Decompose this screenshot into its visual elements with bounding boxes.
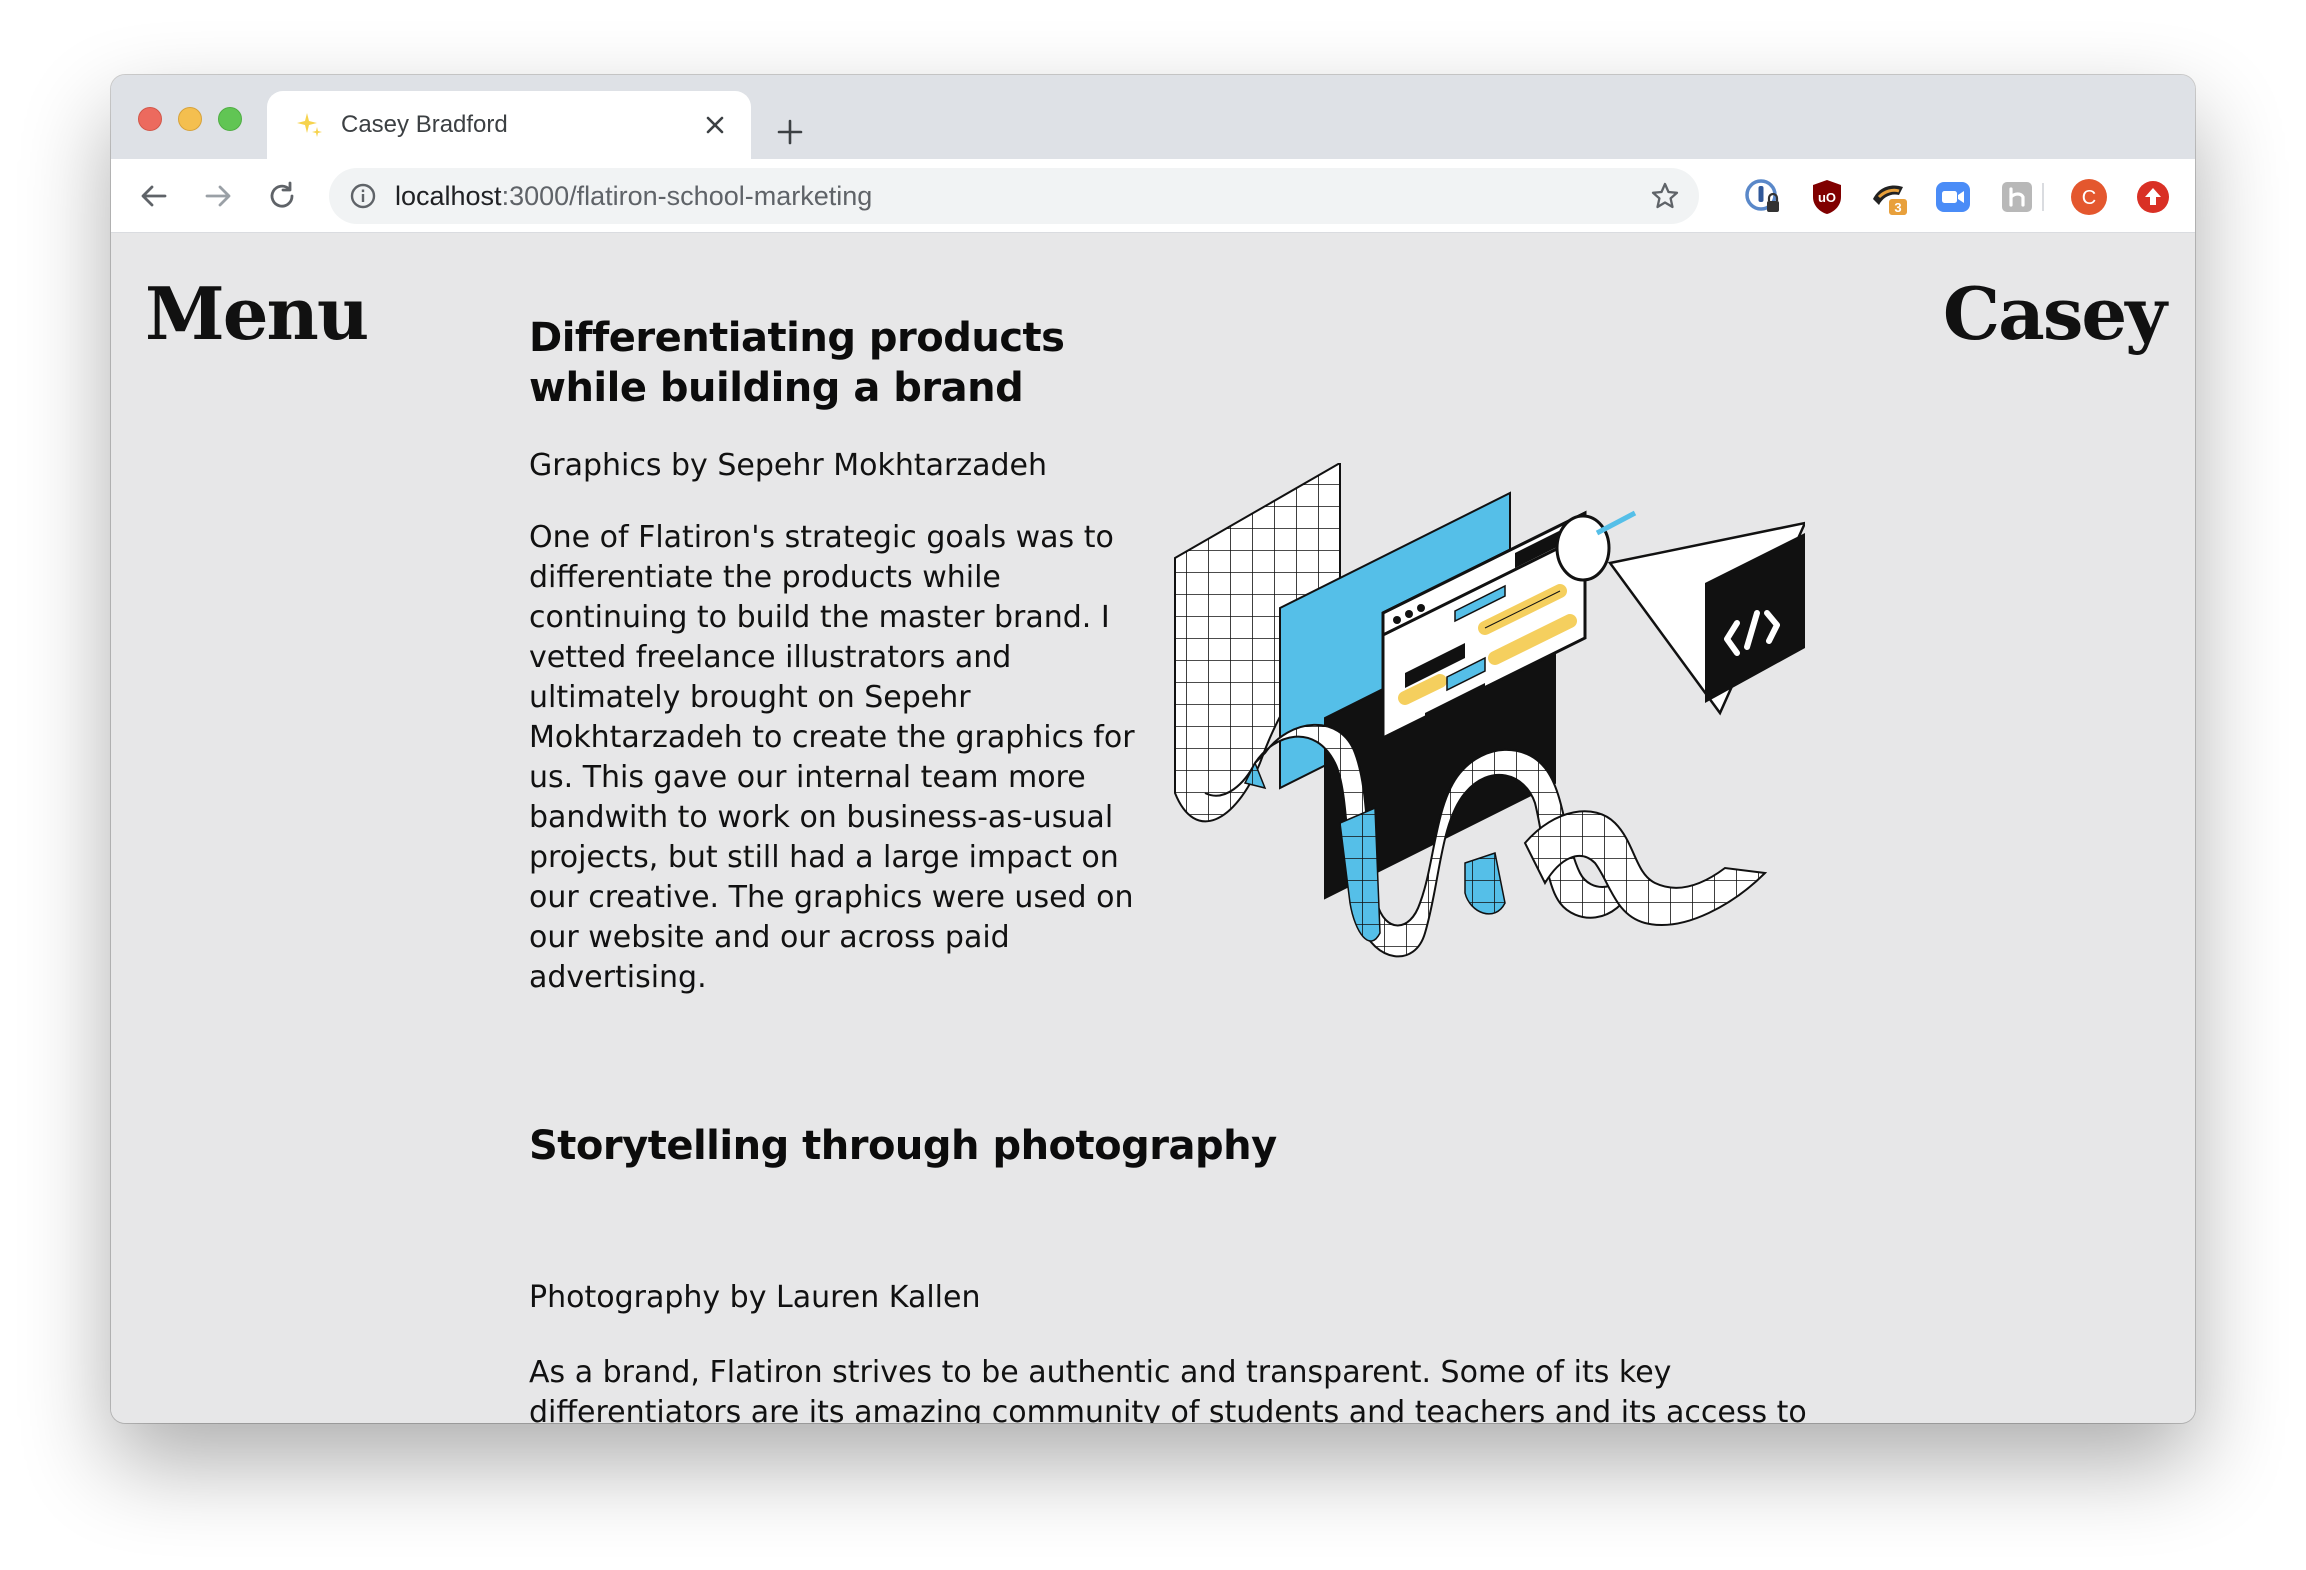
url-text: localhost:3000/flatiron-school-marketing — [395, 181, 872, 212]
sparkle-icon — [297, 113, 322, 137]
tab-active[interactable]: Casey Bradford — [267, 91, 751, 159]
browser-window: Casey Bradford localhost:3000/flatiron-s… — [111, 75, 2195, 1423]
section-body: As a brand, Flatiron strives to be authe… — [529, 1355, 1807, 1423]
maximize-window-button[interactable] — [218, 107, 242, 131]
address-bar[interactable]: localhost:3000/flatiron-school-marketing — [329, 168, 1699, 224]
close-tab-icon[interactable] — [701, 111, 729, 139]
code-illustration — [1174, 463, 1805, 958]
profile-avatar[interactable]: C — [2069, 177, 2109, 217]
section-body: One of Flatiron's strategic goals was to… — [529, 520, 1135, 995]
section-heading: Differentiating products while building … — [529, 315, 1065, 411]
update-icon[interactable] — [2133, 177, 2173, 217]
browser-toolbar: localhost:3000/flatiron-school-marketing… — [111, 159, 2195, 233]
url-host: localhost — [395, 181, 502, 211]
tab-strip: Casey Bradford — [111, 75, 2195, 159]
ublock-origin-icon[interactable]: uO — [1807, 177, 1847, 217]
tab-title: Casey Bradford — [341, 111, 508, 138]
honey-icon[interactable]: 3 — [1869, 177, 1909, 217]
back-arrow-icon[interactable] — [137, 179, 171, 213]
brand-home-link[interactable]: Casey — [1943, 271, 2167, 356]
toolbar-separator — [2042, 183, 2044, 211]
site-info-icon[interactable] — [349, 182, 377, 210]
minimize-window-button[interactable] — [178, 107, 202, 131]
profile-initial: C — [2082, 187, 2096, 209]
url-path: :3000/flatiron-school-marketing — [501, 181, 873, 211]
onepassword-icon[interactable] — [1743, 177, 1783, 217]
bookmark-star-icon[interactable] — [1649, 180, 1681, 212]
ninja-icon[interactable] — [1997, 177, 2037, 217]
section-credit: Photography by Lauren Kallen — [529, 1280, 981, 1315]
menu-link[interactable]: Menu — [145, 271, 369, 356]
reload-icon[interactable] — [265, 179, 299, 213]
new-tab-button[interactable] — [773, 115, 807, 149]
forward-arrow-icon[interactable] — [201, 179, 235, 213]
section-heading: Storytelling through photography — [529, 1123, 1277, 1169]
zoom-icon[interactable] — [1933, 177, 1973, 217]
close-window-button[interactable] — [138, 107, 162, 131]
page-content: Menu Casey Differentiating products whil… — [111, 233, 2195, 1423]
section-credit: Graphics by Sepehr Mokhtarzadeh — [529, 448, 1047, 483]
svg-text:uO: uO — [1818, 190, 1836, 205]
extension-badge-count: 3 — [1894, 200, 1901, 215]
